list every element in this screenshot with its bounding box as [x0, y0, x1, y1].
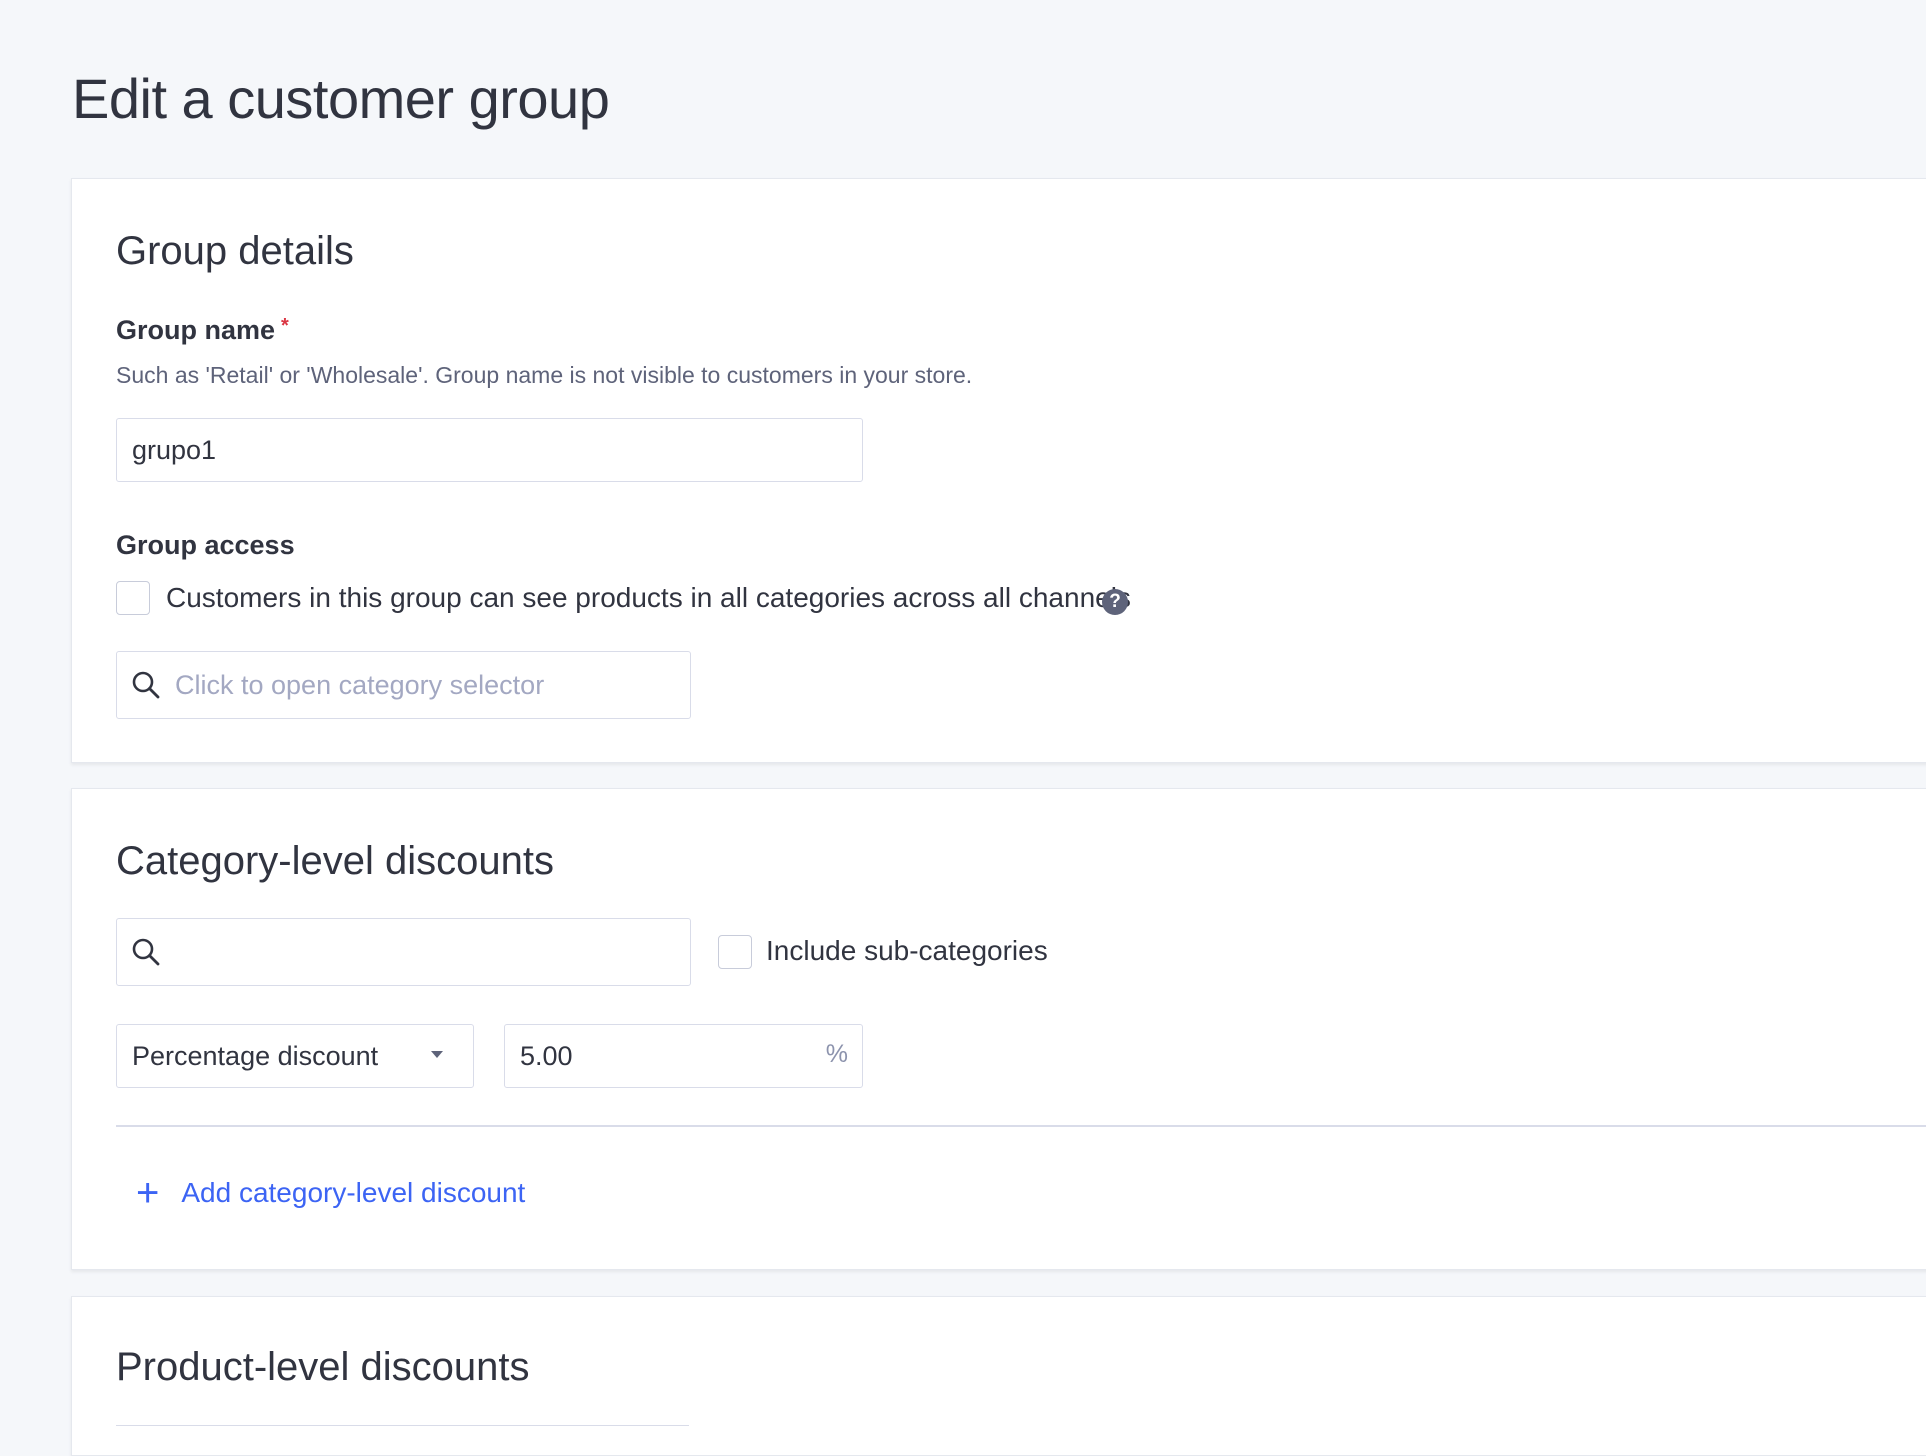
include-subcategories-label: Include sub-categories — [766, 935, 1048, 966]
add-category-discount-label: Add category-level discount — [181, 1177, 526, 1208]
group-name-label: Group name * — [116, 315, 289, 346]
all-categories-checkbox[interactable] — [116, 581, 150, 615]
group-name-label-text: Group name — [116, 315, 276, 345]
discount-type-select[interactable]: Percentage discount — [116, 1024, 474, 1088]
discount-value-input[interactable]: 5.00 % — [504, 1024, 863, 1088]
group-details-card: Group details Group name * Such as 'Retai… — [71, 178, 1926, 763]
group-details-title: Group details — [116, 229, 354, 273]
add-category-discount-link[interactable]: + Add category-level discount — [136, 1173, 525, 1213]
discount-type-value: Percentage discount — [132, 1040, 379, 1071]
category-discounts-title: Category-level discounts — [116, 839, 554, 883]
caret-down-icon — [431, 1051, 443, 1058]
discount-value: 5.00 — [520, 1040, 573, 1071]
search-icon — [129, 668, 163, 702]
group-access-label: Group access — [116, 530, 295, 560]
category-selector-input[interactable]: Click to open category selector — [116, 651, 691, 719]
section-divider — [116, 1125, 1926, 1127]
page-title: Edit a customer group — [72, 67, 610, 130]
category-discounts-card: Category-level discounts Include sub-cat… — [71, 788, 1926, 1270]
group-name-input[interactable]: grupo1 — [116, 418, 863, 482]
search-icon — [129, 935, 163, 969]
group-name-hint: Such as 'Retail' or 'Wholesale'. Group n… — [116, 362, 973, 388]
percent-suffix: % — [825, 1040, 848, 1068]
plus-icon: + — [136, 1171, 160, 1215]
product-search-input-edge — [116, 1425, 689, 1435]
product-discounts-card: Product-level discounts — [71, 1296, 1926, 1456]
category-selector-placeholder: Click to open category selector — [175, 669, 545, 700]
product-discounts-title: Product-level discounts — [116, 1345, 530, 1389]
help-icon[interactable]: ? — [1102, 589, 1128, 615]
group-name-value: grupo1 — [132, 434, 217, 465]
category-search-input[interactable] — [116, 918, 691, 986]
include-subcategories-checkbox[interactable] — [718, 935, 752, 969]
required-mark: * — [281, 315, 289, 337]
all-categories-checkbox-label: Customers in this group can see products… — [166, 582, 1131, 613]
